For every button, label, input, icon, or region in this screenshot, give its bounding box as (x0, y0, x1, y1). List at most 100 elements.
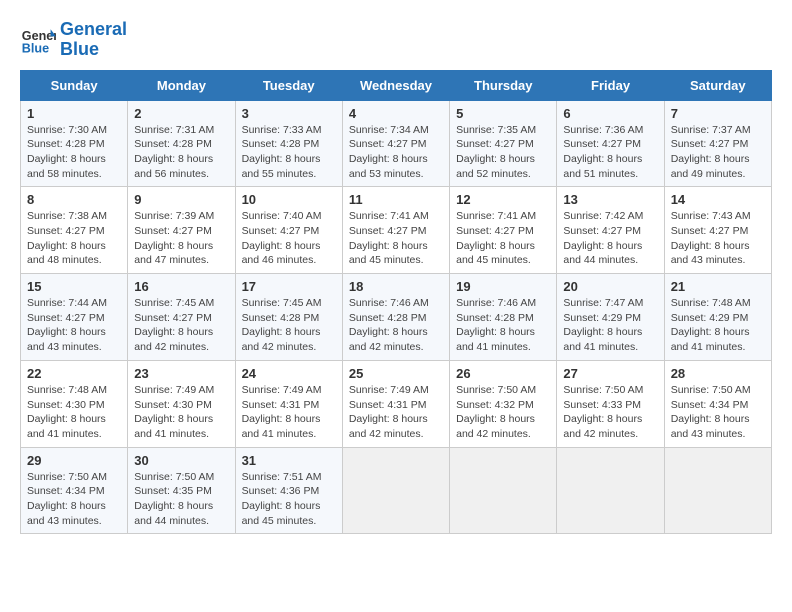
logo-icon: General Blue (20, 22, 56, 58)
calendar-cell (450, 447, 557, 534)
calendar-cell: 26 Sunrise: 7:50 AM Sunset: 4:32 PM Dayl… (450, 360, 557, 447)
calendar-cell: 28 Sunrise: 7:50 AM Sunset: 4:34 PM Dayl… (664, 360, 771, 447)
day-number: 10 (242, 192, 336, 207)
calendar-cell: 25 Sunrise: 7:49 AM Sunset: 4:31 PM Dayl… (342, 360, 449, 447)
day-detail: Sunrise: 7:50 AM Sunset: 4:33 PM Dayligh… (563, 383, 657, 442)
day-number: 22 (27, 366, 121, 381)
calendar-cell: 21 Sunrise: 7:48 AM Sunset: 4:29 PM Dayl… (664, 274, 771, 361)
day-detail: Sunrise: 7:31 AM Sunset: 4:28 PM Dayligh… (134, 123, 228, 182)
day-detail: Sunrise: 7:40 AM Sunset: 4:27 PM Dayligh… (242, 209, 336, 268)
day-detail: Sunrise: 7:46 AM Sunset: 4:28 PM Dayligh… (456, 296, 550, 355)
day-detail: Sunrise: 7:50 AM Sunset: 4:34 PM Dayligh… (671, 383, 765, 442)
day-number: 24 (242, 366, 336, 381)
calendar-table: SundayMondayTuesdayWednesdayThursdayFrid… (20, 70, 772, 535)
day-detail: Sunrise: 7:47 AM Sunset: 4:29 PM Dayligh… (563, 296, 657, 355)
day-detail: Sunrise: 7:49 AM Sunset: 4:30 PM Dayligh… (134, 383, 228, 442)
calendar-cell: 2 Sunrise: 7:31 AM Sunset: 4:28 PM Dayli… (128, 100, 235, 187)
calendar-cell: 13 Sunrise: 7:42 AM Sunset: 4:27 PM Dayl… (557, 187, 664, 274)
calendar-cell: 29 Sunrise: 7:50 AM Sunset: 4:34 PM Dayl… (21, 447, 128, 534)
day-number: 7 (671, 106, 765, 121)
col-header-sunday: Sunday (21, 70, 128, 100)
calendar-cell: 16 Sunrise: 7:45 AM Sunset: 4:27 PM Dayl… (128, 274, 235, 361)
calendar-cell: 10 Sunrise: 7:40 AM Sunset: 4:27 PM Dayl… (235, 187, 342, 274)
day-detail: Sunrise: 7:42 AM Sunset: 4:27 PM Dayligh… (563, 209, 657, 268)
calendar-cell: 18 Sunrise: 7:46 AM Sunset: 4:28 PM Dayl… (342, 274, 449, 361)
day-number: 15 (27, 279, 121, 294)
col-header-tuesday: Tuesday (235, 70, 342, 100)
day-detail: Sunrise: 7:49 AM Sunset: 4:31 PM Dayligh… (242, 383, 336, 442)
day-number: 16 (134, 279, 228, 294)
day-number: 28 (671, 366, 765, 381)
day-detail: Sunrise: 7:45 AM Sunset: 4:28 PM Dayligh… (242, 296, 336, 355)
day-number: 13 (563, 192, 657, 207)
calendar-cell: 19 Sunrise: 7:46 AM Sunset: 4:28 PM Dayl… (450, 274, 557, 361)
calendar-cell (664, 447, 771, 534)
calendar-cell: 14 Sunrise: 7:43 AM Sunset: 4:27 PM Dayl… (664, 187, 771, 274)
calendar-cell: 22 Sunrise: 7:48 AM Sunset: 4:30 PM Dayl… (21, 360, 128, 447)
day-detail: Sunrise: 7:35 AM Sunset: 4:27 PM Dayligh… (456, 123, 550, 182)
day-detail: Sunrise: 7:37 AM Sunset: 4:27 PM Dayligh… (671, 123, 765, 182)
day-detail: Sunrise: 7:48 AM Sunset: 4:30 PM Dayligh… (27, 383, 121, 442)
day-number: 19 (456, 279, 550, 294)
day-number: 17 (242, 279, 336, 294)
calendar-cell: 8 Sunrise: 7:38 AM Sunset: 4:27 PM Dayli… (21, 187, 128, 274)
col-header-monday: Monday (128, 70, 235, 100)
calendar-cell: 15 Sunrise: 7:44 AM Sunset: 4:27 PM Dayl… (21, 274, 128, 361)
day-detail: Sunrise: 7:39 AM Sunset: 4:27 PM Dayligh… (134, 209, 228, 268)
day-number: 5 (456, 106, 550, 121)
day-number: 29 (27, 453, 121, 468)
calendar-cell: 24 Sunrise: 7:49 AM Sunset: 4:31 PM Dayl… (235, 360, 342, 447)
day-detail: Sunrise: 7:50 AM Sunset: 4:32 PM Dayligh… (456, 383, 550, 442)
day-detail: Sunrise: 7:46 AM Sunset: 4:28 PM Dayligh… (349, 296, 443, 355)
calendar-cell: 4 Sunrise: 7:34 AM Sunset: 4:27 PM Dayli… (342, 100, 449, 187)
day-number: 26 (456, 366, 550, 381)
day-number: 14 (671, 192, 765, 207)
day-number: 21 (671, 279, 765, 294)
day-detail: Sunrise: 7:49 AM Sunset: 4:31 PM Dayligh… (349, 383, 443, 442)
calendar-cell: 12 Sunrise: 7:41 AM Sunset: 4:27 PM Dayl… (450, 187, 557, 274)
calendar-cell (342, 447, 449, 534)
col-header-friday: Friday (557, 70, 664, 100)
day-number: 25 (349, 366, 443, 381)
day-detail: Sunrise: 7:36 AM Sunset: 4:27 PM Dayligh… (563, 123, 657, 182)
calendar-cell: 11 Sunrise: 7:41 AM Sunset: 4:27 PM Dayl… (342, 187, 449, 274)
day-detail: Sunrise: 7:44 AM Sunset: 4:27 PM Dayligh… (27, 296, 121, 355)
logo-line1: General (60, 20, 127, 40)
day-detail: Sunrise: 7:34 AM Sunset: 4:27 PM Dayligh… (349, 123, 443, 182)
calendar-cell: 6 Sunrise: 7:36 AM Sunset: 4:27 PM Dayli… (557, 100, 664, 187)
page-header: General Blue General Blue (20, 20, 772, 60)
day-detail: Sunrise: 7:30 AM Sunset: 4:28 PM Dayligh… (27, 123, 121, 182)
day-detail: Sunrise: 7:43 AM Sunset: 4:27 PM Dayligh… (671, 209, 765, 268)
col-header-thursday: Thursday (450, 70, 557, 100)
day-number: 3 (242, 106, 336, 121)
day-detail: Sunrise: 7:38 AM Sunset: 4:27 PM Dayligh… (27, 209, 121, 268)
day-number: 12 (456, 192, 550, 207)
col-header-saturday: Saturday (664, 70, 771, 100)
day-detail: Sunrise: 7:45 AM Sunset: 4:27 PM Dayligh… (134, 296, 228, 355)
day-number: 20 (563, 279, 657, 294)
calendar-cell: 31 Sunrise: 7:51 AM Sunset: 4:36 PM Dayl… (235, 447, 342, 534)
day-number: 1 (27, 106, 121, 121)
day-detail: Sunrise: 7:48 AM Sunset: 4:29 PM Dayligh… (671, 296, 765, 355)
day-number: 23 (134, 366, 228, 381)
calendar-cell: 1 Sunrise: 7:30 AM Sunset: 4:28 PM Dayli… (21, 100, 128, 187)
day-detail: Sunrise: 7:51 AM Sunset: 4:36 PM Dayligh… (242, 470, 336, 529)
svg-text:Blue: Blue (22, 41, 49, 55)
day-number: 30 (134, 453, 228, 468)
day-number: 6 (563, 106, 657, 121)
day-number: 11 (349, 192, 443, 207)
calendar-cell: 7 Sunrise: 7:37 AM Sunset: 4:27 PM Dayli… (664, 100, 771, 187)
day-number: 2 (134, 106, 228, 121)
calendar-cell: 3 Sunrise: 7:33 AM Sunset: 4:28 PM Dayli… (235, 100, 342, 187)
calendar-cell: 20 Sunrise: 7:47 AM Sunset: 4:29 PM Dayl… (557, 274, 664, 361)
col-header-wednesday: Wednesday (342, 70, 449, 100)
day-detail: Sunrise: 7:41 AM Sunset: 4:27 PM Dayligh… (349, 209, 443, 268)
day-number: 27 (563, 366, 657, 381)
day-number: 31 (242, 453, 336, 468)
day-detail: Sunrise: 7:50 AM Sunset: 4:34 PM Dayligh… (27, 470, 121, 529)
day-number: 4 (349, 106, 443, 121)
calendar-cell: 9 Sunrise: 7:39 AM Sunset: 4:27 PM Dayli… (128, 187, 235, 274)
day-number: 18 (349, 279, 443, 294)
day-number: 9 (134, 192, 228, 207)
day-number: 8 (27, 192, 121, 207)
